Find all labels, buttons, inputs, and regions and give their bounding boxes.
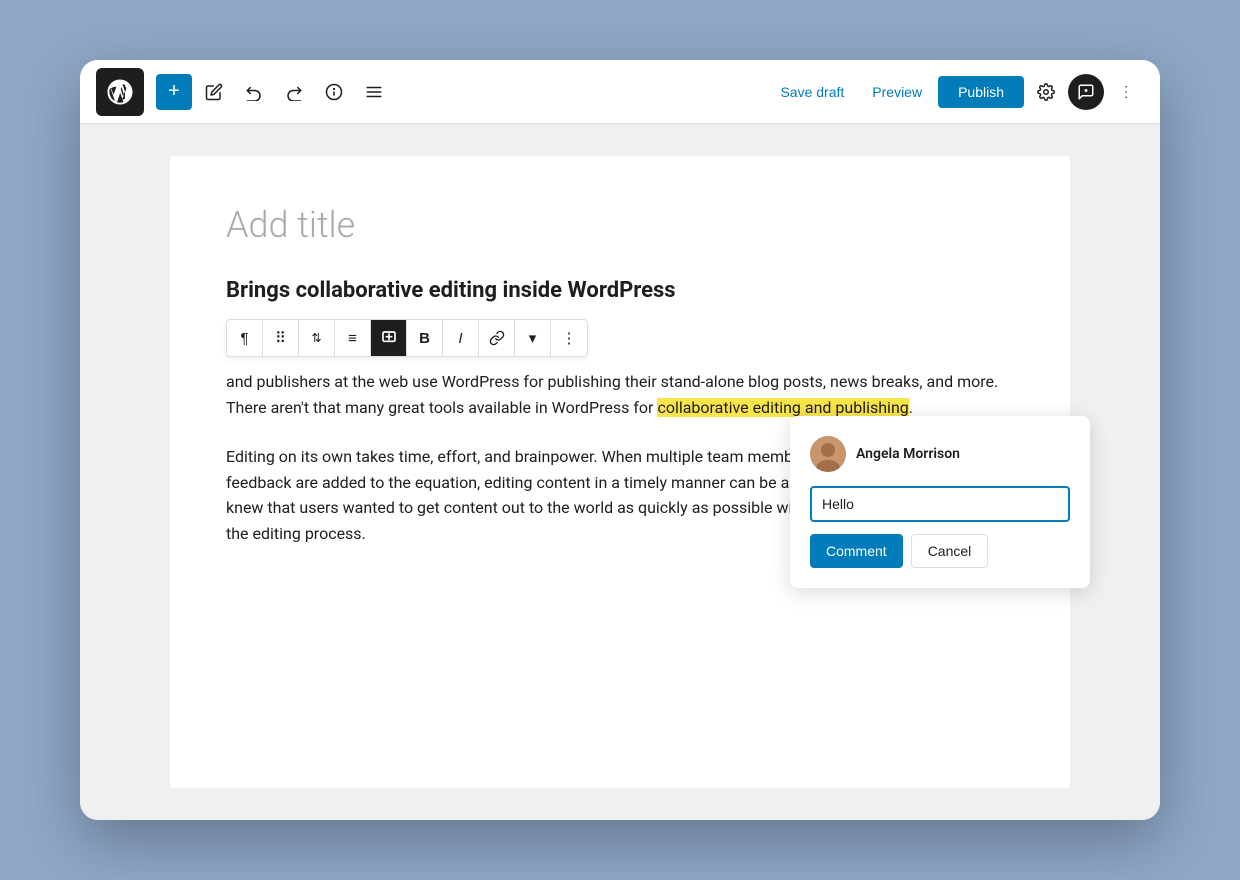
comment-popup: Angela Morrison Comment Cancel [790,416,1090,588]
preview-button[interactable]: Preview [860,76,934,108]
post-title-placeholder[interactable]: Add title [226,204,1014,246]
comments-button[interactable] [1068,74,1104,110]
block-text-partial: and publishers at the web use WordPress … [226,369,1014,420]
italic-btn[interactable]: I [443,320,479,356]
undo-button[interactable] [236,74,272,110]
drag-handle-btn[interactable]: ⠿ [263,320,299,356]
more-formatting-btn[interactable]: ▾ [515,320,551,356]
add-block-button[interactable]: + [156,74,192,110]
highlighted-text: collaborative editing and publishing [657,398,908,417]
block-heading[interactable]: Brings collaborative editing inside Word… [226,278,1014,303]
submit-comment-button[interactable]: Comment [810,534,903,568]
comment-input[interactable] [810,486,1070,522]
block-options-btn[interactable]: ⋮ [551,320,587,356]
publish-button[interactable]: Publish [938,76,1024,108]
link-btn[interactable] [479,320,515,356]
align-btn[interactable]: ≡ [335,320,371,356]
browser-window: + [80,60,1160,820]
list-view-button[interactable] [356,74,392,110]
wp-logo [96,68,144,116]
block-toolbar: ¶ ⠿ ⇅ ≡ B I [226,319,588,357]
bold-btn[interactable]: B [407,320,443,356]
comment-actions: Comment Cancel [810,534,1070,568]
comment-header: Angela Morrison [810,436,1070,472]
paragraph-icon-btn[interactable]: ¶ [227,320,263,356]
more-options-button[interactable] [1108,74,1144,110]
cancel-comment-button[interactable]: Cancel [911,534,989,568]
redo-button[interactable] [276,74,312,110]
avatar [810,436,846,472]
move-btn[interactable]: ⇅ [299,320,335,356]
editor-toolbar: + [80,60,1160,124]
settings-button[interactable] [1028,74,1064,110]
editor-content: Add title Brings collaborative editing i… [170,156,1070,788]
info-button[interactable] [316,74,352,110]
commenter-name: Angela Morrison [856,446,960,462]
editor-area: Add title Brings collaborative editing i… [80,124,1160,820]
save-draft-button[interactable]: Save draft [768,76,856,108]
edit-button[interactable] [196,74,232,110]
add-comment-btn[interactable] [371,320,407,356]
